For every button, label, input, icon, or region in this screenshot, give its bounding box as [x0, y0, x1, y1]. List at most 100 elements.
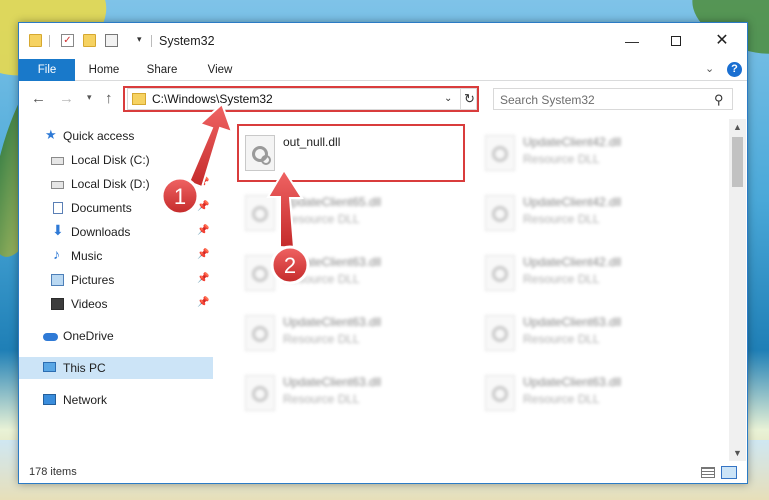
file-item[interactable]: UpdateClient42.dll Resource DLL [479, 185, 699, 241]
network-icon [43, 394, 56, 405]
address-bar-highlight [123, 86, 479, 112]
music-icon: ♪ [53, 246, 60, 262]
file-explorer-window: ✓ ▾ System32 — ✕ File Home Share View ⌄ … [18, 22, 748, 484]
customize-toolbar-icon[interactable] [105, 34, 118, 47]
sidebar-item-this-pc[interactable]: This PC [19, 357, 213, 379]
sidebar-item-pictures[interactable]: Pictures 📌 [19, 269, 213, 291]
file-item[interactable]: UpdateClient63.dll Resource DLL [239, 365, 459, 421]
pin-icon[interactable]: 📌 [197, 249, 209, 260]
gear-icon [252, 206, 268, 222]
dll-file-icon [485, 135, 515, 171]
sidebar-item-label: Pictures [71, 273, 115, 287]
properties-check-icon[interactable]: ✓ [61, 34, 74, 47]
file-item[interactable]: UpdateClient63.dll Resource DLL [239, 305, 459, 361]
sidebar-item-music[interactable]: ♪ Music 📌 [19, 245, 213, 267]
tab-home[interactable]: Home [79, 59, 129, 81]
status-bar: 178 items [19, 463, 747, 483]
sidebar-item-downloads[interactable]: ⬇ Downloads 📌 [19, 221, 213, 243]
sidebar-item-label: Music [71, 249, 103, 263]
new-folder-icon[interactable] [83, 34, 96, 47]
sidebar-item-local-disk-c[interactable]: Local Disk (C:) 📌 [19, 149, 213, 171]
documents-icon [53, 202, 63, 214]
dll-file-icon [245, 315, 275, 351]
file-type: Resource DLL [523, 392, 600, 406]
dll-file-icon [485, 195, 515, 231]
pin-icon[interactable]: 📌 [197, 153, 209, 164]
sidebar-item-documents[interactable]: Documents 📌 [19, 197, 213, 219]
details-view-icon[interactable] [701, 467, 715, 478]
sidebar-item-onedrive[interactable]: OneDrive [19, 325, 213, 347]
search-placeholder: Search System32 [500, 93, 595, 107]
file-highlight [237, 124, 465, 182]
scroll-thumb[interactable] [732, 137, 743, 187]
file-name: UpdateClient42.dll [523, 255, 622, 269]
sidebar-item-label: Downloads [71, 225, 131, 239]
dll-file-icon [485, 315, 515, 351]
dll-file-icon [245, 375, 275, 411]
forward-button[interactable]: → [59, 90, 74, 107]
quick-access-dropdown-icon[interactable]: ▾ [137, 34, 142, 45]
gear-icon [492, 266, 508, 282]
sidebar-item-label: Local Disk (C:) [71, 153, 150, 167]
scroll-down-icon[interactable]: ▼ [729, 445, 746, 461]
sidebar-item-videos[interactable]: Videos 📌 [19, 293, 213, 315]
gear-icon [492, 206, 508, 222]
file-name: UpdateClient65.dll [283, 195, 382, 209]
file-item[interactable]: UpdateClient63.dll Resource DLL [479, 365, 699, 421]
dll-file-icon [485, 255, 515, 291]
file-type: Resource DLL [283, 332, 360, 346]
pin-icon[interactable]: 📌 [197, 273, 209, 284]
pin-icon[interactable]: 📌 [197, 201, 209, 212]
gear-icon [492, 386, 508, 402]
up-button[interactable]: ↑ [105, 90, 113, 107]
sidebar-item-network[interactable]: Network [19, 389, 213, 411]
expand-ribbon-icon[interactable]: ⌄ [705, 62, 714, 75]
large-icons-view-icon[interactable] [721, 466, 737, 479]
pin-icon[interactable]: 📌 [197, 177, 209, 188]
item-count: 178 items [29, 466, 77, 478]
recent-locations-dropdown-icon[interactable]: ▾ [87, 92, 92, 103]
title-bar: ✓ ▾ System32 — ✕ [19, 23, 747, 59]
sidebar-item-label: Documents [71, 201, 132, 215]
toolbar-separator [151, 35, 152, 47]
file-item[interactable]: UpdateClient63.dll Resource DLL [479, 305, 699, 361]
onedrive-icon [43, 333, 58, 341]
scroll-up-icon[interactable]: ▲ [729, 119, 746, 135]
file-type: Resource DLL [283, 272, 360, 286]
minimize-button[interactable]: — [619, 31, 645, 51]
tab-file[interactable]: File [19, 59, 75, 81]
file-type: Resource DLL [283, 392, 360, 406]
dll-file-icon [245, 195, 275, 231]
file-type: Resource DLL [283, 212, 360, 226]
star-icon: ★ [45, 127, 57, 142]
tab-view[interactable]: View [197, 59, 243, 81]
sidebar-item-local-disk-d[interactable]: Local Disk (D:) 📌 [19, 173, 213, 195]
sidebar-item-label: Videos [71, 297, 108, 311]
file-item[interactable]: UpdateClient63.dll Resource DLL [239, 245, 459, 301]
file-item[interactable]: UpdateClient65.dll Resource DLL [239, 185, 459, 241]
pin-icon[interactable]: 📌 [197, 225, 209, 236]
file-item[interactable]: UpdateClient42.dll Resource DLL [479, 245, 699, 301]
file-name: UpdateClient63.dll [283, 315, 382, 329]
file-name: UpdateClient42.dll [523, 195, 622, 209]
search-icon[interactable]: ⚲ [714, 92, 724, 108]
pin-icon[interactable]: 📌 [197, 297, 209, 308]
drive-icon [51, 181, 64, 189]
maximize-button[interactable] [663, 31, 689, 51]
vertical-scrollbar[interactable]: ▲ ▼ [729, 119, 746, 461]
folder-icon[interactable] [29, 34, 42, 47]
navigation-bar: ← → ▾ ↑ C:\Windows\System32 ⌄ ↻ Search S… [19, 83, 747, 115]
sidebar-item-label: OneDrive [63, 329, 114, 343]
gear-icon [492, 326, 508, 342]
sidebar-item-quick-access[interactable]: ★ Quick access [19, 125, 213, 147]
toolbar-separator [49, 35, 50, 47]
gear-icon [492, 146, 508, 162]
tab-share[interactable]: Share [137, 59, 187, 81]
file-name: UpdateClient63.dll [523, 315, 622, 329]
back-button[interactable]: ← [31, 90, 46, 107]
help-icon[interactable]: ? [727, 62, 742, 77]
close-button[interactable]: ✕ [709, 31, 735, 51]
file-item[interactable]: UpdateClient42.dll Resource DLL [479, 125, 699, 181]
file-name: UpdateClient63.dll [283, 375, 382, 389]
search-input[interactable]: Search System32 ⚲ [493, 88, 733, 110]
